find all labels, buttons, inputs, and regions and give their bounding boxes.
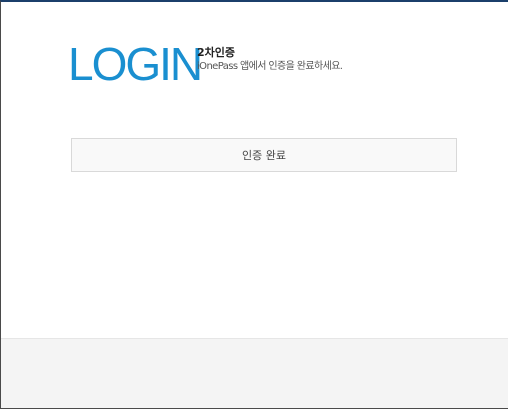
auth-info: 2차인증 iOnePass 앱에서 인증을 완료하세요. (197, 46, 343, 74)
footer-band (1, 338, 508, 408)
login-logo: LOGIN (68, 38, 203, 90)
auth-description: iOnePass 앱에서 인증을 완료하세요. (197, 61, 343, 72)
auth-complete-button[interactable]: 인증 완료 (71, 138, 457, 172)
content-panel: LOGIN 2차인증 iOnePass 앱에서 인증을 완료하세요. 인증 완료 (1, 2, 508, 338)
auth-title: 2차인증 (197, 46, 236, 59)
login-window: LOGIN 2차인증 iOnePass 앱에서 인증을 완료하세요. 인증 완료 (0, 0, 508, 409)
